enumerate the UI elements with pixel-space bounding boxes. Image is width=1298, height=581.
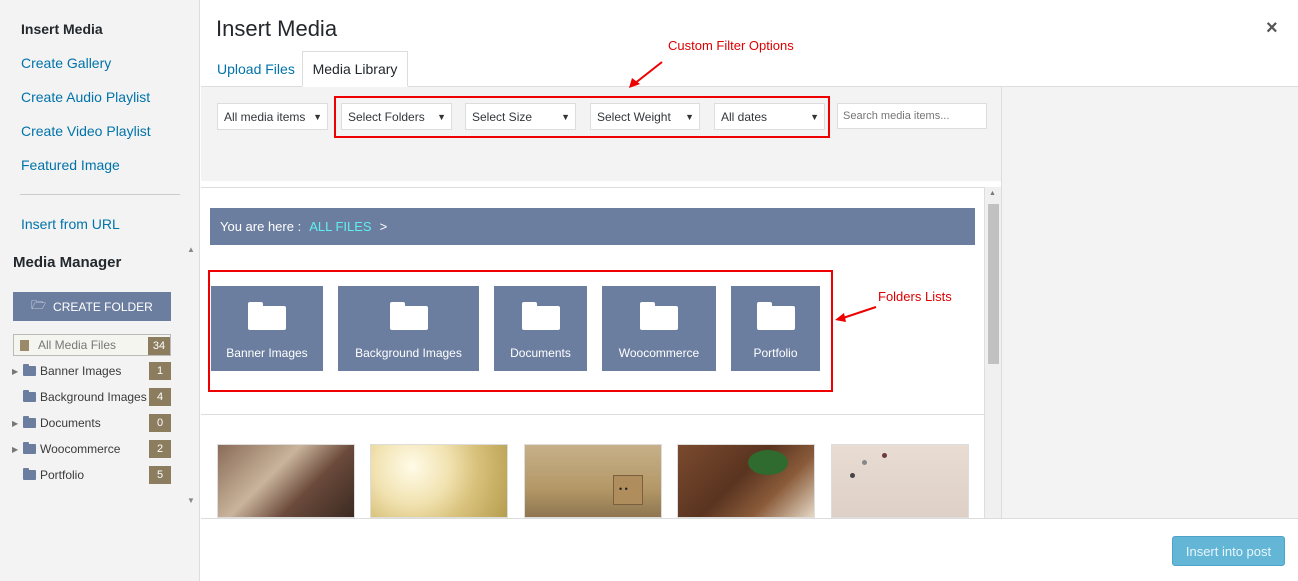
- folder-tile-label: Background Images: [355, 346, 462, 360]
- tree-item-label: Documents: [40, 416, 101, 430]
- media-thumbnail[interactable]: [524, 444, 662, 518]
- folder-icon: [248, 302, 286, 330]
- breadcrumb-all-files-link[interactable]: ALL FILES: [309, 219, 371, 234]
- menu-link-insert-from-url[interactable]: Insert from URL: [21, 216, 120, 232]
- folder-tile-label: Portfolio: [753, 346, 798, 360]
- menu-link-featured-image[interactable]: Featured Image: [21, 157, 120, 173]
- folder-icon: [756, 302, 795, 330]
- breadcrumb-prefix: You are here :: [220, 219, 302, 234]
- folder-tile-background-images[interactable]: Background Images: [338, 286, 479, 371]
- modal-title: Insert Media: [216, 16, 338, 41]
- tree-item-all-media-files[interactable]: All Media Files 34: [13, 334, 171, 356]
- modal-footer: [201, 518, 1298, 581]
- tree-item-woocommerce[interactable]: ▶ Woocommerce 2: [12, 438, 171, 460]
- breadcrumb: You are here : ALL FILES >: [210, 208, 975, 245]
- menu-divider: [20, 194, 180, 195]
- tab-media-library[interactable]: Media Library: [302, 51, 408, 87]
- count-badge: 34: [148, 337, 170, 355]
- folder-icon: [23, 442, 36, 454]
- tree-item-banner-images[interactable]: ▶ Banner Images 1: [12, 360, 171, 382]
- menu-link-create-video-playlist[interactable]: Create Video Playlist: [21, 123, 151, 139]
- folder-tile-portfolio[interactable]: Portfolio: [731, 286, 820, 371]
- media-thumbnail[interactable]: [677, 444, 815, 518]
- folder-tile-banner-images[interactable]: Banner Images: [211, 286, 323, 371]
- media-thumbnail[interactable]: [217, 444, 355, 518]
- content-scrollbar[interactable]: ▲: [984, 187, 1001, 518]
- menu-link-create-audio-playlist[interactable]: Create Audio Playlist: [21, 89, 150, 105]
- media-sidebar: Insert Media Create Gallery Create Audio…: [0, 0, 200, 581]
- folder-icon: [640, 302, 678, 330]
- tree-item-label: All Media Files: [38, 338, 117, 352]
- insert-into-post-button[interactable]: Insert into post: [1172, 536, 1285, 566]
- tree-item-background-images[interactable]: Background Images 4: [13, 386, 171, 408]
- count-badge: 4: [149, 388, 171, 406]
- annotation-filter-highlight: [334, 96, 830, 138]
- tree-expand-icon[interactable]: ▶: [12, 367, 20, 376]
- annotation-filter-label: Custom Filter Options: [668, 38, 794, 53]
- media-type-select[interactable]: All media items ▼: [217, 103, 328, 130]
- folder-tile-documents[interactable]: Documents: [494, 286, 587, 371]
- folder-tile-woocommerce[interactable]: Woocommerce: [602, 286, 716, 371]
- scroll-up-icon[interactable]: ▲: [989, 190, 996, 197]
- annotation-folders-label: Folders Lists: [878, 289, 952, 304]
- scroll-thumb[interactable]: [988, 204, 999, 364]
- count-badge: 0: [149, 414, 171, 432]
- tab-upload-files[interactable]: Upload Files: [207, 51, 305, 87]
- folder-icon: [521, 302, 560, 330]
- sidebar-scroll-down-icon[interactable]: ▼: [187, 496, 195, 505]
- count-badge: 5: [149, 466, 171, 484]
- create-folder-button[interactable]: 🗁 CREATE FOLDER: [13, 292, 171, 321]
- media-manager-title: Media Manager: [13, 254, 122, 271]
- folder-icon: [23, 416, 36, 428]
- folder-icon: [389, 302, 428, 330]
- menu-link-create-gallery[interactable]: Create Gallery: [21, 55, 111, 71]
- folder-tile-label: Woocommerce: [618, 346, 700, 360]
- tree-item-portfolio[interactable]: Portfolio 5: [13, 464, 171, 486]
- count-badge: 2: [149, 440, 171, 458]
- tree-item-label: Banner Images: [40, 364, 122, 378]
- media-type-value: All media items: [224, 109, 306, 124]
- tree-expand-icon[interactable]: ▶: [12, 445, 20, 454]
- annotation-arrow-icon: [835, 306, 877, 322]
- folder-icon: [23, 468, 36, 480]
- sidebar-scroll-up-icon[interactable]: ▲: [187, 245, 195, 254]
- search-input[interactable]: [837, 103, 987, 129]
- leaf-shape: [748, 450, 788, 475]
- tree-expand-icon[interactable]: ▶: [12, 419, 20, 428]
- tree-item-label: Portfolio: [40, 468, 85, 482]
- tree-item-label: Background Images: [40, 390, 147, 404]
- count-badge: 1: [149, 362, 171, 380]
- folder-icon: [23, 364, 36, 376]
- robot-figure: [613, 475, 643, 505]
- tree-item-documents[interactable]: ▶ Documents 0: [12, 412, 171, 434]
- folder-open-icon: 🗁: [31, 298, 47, 312]
- breadcrumb-separator: >: [379, 219, 388, 234]
- file-icon: [20, 339, 29, 351]
- caret-down-icon: ▼: [313, 112, 322, 122]
- media-thumbnail[interactable]: [370, 444, 508, 518]
- folder-tile-label: Documents: [510, 346, 571, 360]
- folder-tile-label: Banner Images: [226, 346, 308, 360]
- folder-icon: [23, 390, 36, 402]
- annotation-arrow-icon: [629, 61, 663, 88]
- create-folder-label: CREATE FOLDER: [53, 299, 153, 314]
- close-icon[interactable]: ×: [1266, 17, 1278, 40]
- attachment-details-panel: [1001, 87, 1298, 518]
- media-thumbnail[interactable]: [831, 444, 969, 518]
- media-modal-main: Insert Media × Upload Files Media Librar…: [201, 0, 1298, 581]
- tree-item-label: Woocommerce: [40, 442, 121, 456]
- menu-title-insert-media[interactable]: Insert Media: [21, 21, 103, 37]
